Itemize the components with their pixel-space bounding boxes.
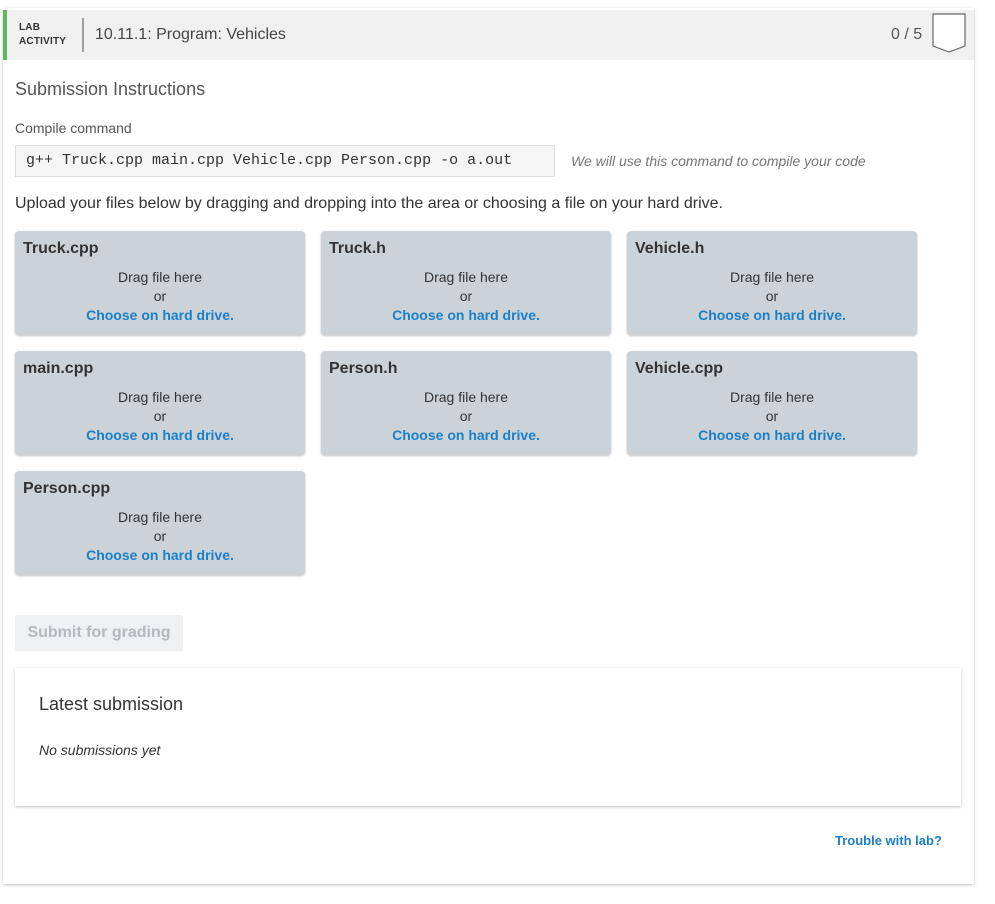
file-dropzone[interactable]: Person.h Drag file here or Choose on har… (321, 351, 611, 455)
submission-instructions-title: Submission Instructions (15, 79, 206, 99)
dropzone-drag-text: Drag file here (117, 509, 203, 525)
choose-file-link[interactable]: Choose on hard drive. (321, 427, 611, 443)
choose-file-link[interactable]: Choose on hard drive. (15, 307, 305, 323)
dropzone-filename: Vehicle.cpp (635, 360, 724, 377)
dropzone-filename: Truck.h (329, 240, 386, 257)
dropzone-or-text: or (765, 408, 779, 424)
completion-badge-icon (932, 13, 966, 58)
activity-type-line1: LAB (19, 22, 41, 33)
activity-type-line2: ACTIVITY (19, 36, 67, 47)
dropzone-or-text: or (153, 408, 167, 424)
dropzone-drag-text: Drag file here (423, 389, 509, 405)
file-dropzone[interactable]: Vehicle.cpp Drag file here or Choose on … (627, 351, 917, 455)
trouble-with-lab-link[interactable]: Trouble with lab? (835, 833, 942, 848)
dropzone-drag-text: Drag file here (423, 269, 509, 285)
dropzone-or-text: or (153, 528, 167, 544)
choose-file-link[interactable]: Choose on hard drive. (15, 547, 305, 563)
file-dropzone[interactable]: main.cpp Drag file here or Choose on har… (15, 351, 305, 455)
header-divider (82, 18, 84, 52)
dropzone-or-text: or (765, 288, 779, 304)
dropzone-or-text: or (459, 288, 473, 304)
activity-title: 10.11.1: Program: Vehicles (95, 26, 286, 43)
dropzone-filename: Person.cpp (23, 480, 111, 497)
dropzone-filename: Truck.cpp (23, 240, 99, 257)
choose-file-link[interactable]: Choose on hard drive. (15, 427, 305, 443)
choose-file-link[interactable]: Choose on hard drive. (627, 427, 917, 443)
compile-command-box: g++ Truck.cpp main.cpp Vehicle.cpp Perso… (15, 145, 555, 177)
file-dropzone[interactable]: Truck.h Drag file here or Choose on hard… (321, 231, 611, 335)
dropzone-or-text: or (153, 288, 167, 304)
file-dropzone[interactable]: Truck.cpp Drag file here or Choose on ha… (15, 231, 305, 335)
dropzone-drag-text: Drag file here (729, 389, 815, 405)
choose-file-link[interactable]: Choose on hard drive. (627, 307, 917, 323)
dropzone-drag-text: Drag file here (117, 389, 203, 405)
dropzone-filename: Vehicle.h (635, 240, 705, 257)
lab-activity-card: LAB ACTIVITY 10.11.1: Program: Vehicles … (3, 8, 974, 884)
no-submissions-text: No submissions yet (39, 742, 161, 758)
dropzone-filename: Person.h (329, 360, 398, 377)
submit-for-grading-button[interactable]: Submit for grading (15, 615, 183, 651)
latest-submission-panel: Latest submission No submissions yet (15, 668, 961, 806)
dropzone-or-text: or (459, 408, 473, 424)
latest-submission-title: Latest submission (39, 694, 184, 714)
file-dropzone[interactable]: Vehicle.h Drag file here or Choose on ha… (627, 231, 917, 335)
compile-command-note: We will use this command to compile your… (571, 153, 866, 169)
choose-file-link[interactable]: Choose on hard drive. (321, 307, 611, 323)
upload-instructions: Upload your files below by dragging and … (15, 195, 723, 212)
compile-command-label: Compile command (15, 120, 132, 136)
file-dropzone[interactable]: Person.cpp Drag file here or Choose on h… (15, 471, 305, 575)
dropzone-drag-text: Drag file here (729, 269, 815, 285)
dropzone-drag-text: Drag file here (117, 269, 203, 285)
dropzone-filename: main.cpp (23, 360, 94, 377)
activity-type-label: LAB ACTIVITY (19, 21, 66, 49)
activity-header: LAB ACTIVITY 10.11.1: Program: Vehicles … (3, 10, 974, 60)
score-display: 0 / 5 (891, 26, 923, 43)
